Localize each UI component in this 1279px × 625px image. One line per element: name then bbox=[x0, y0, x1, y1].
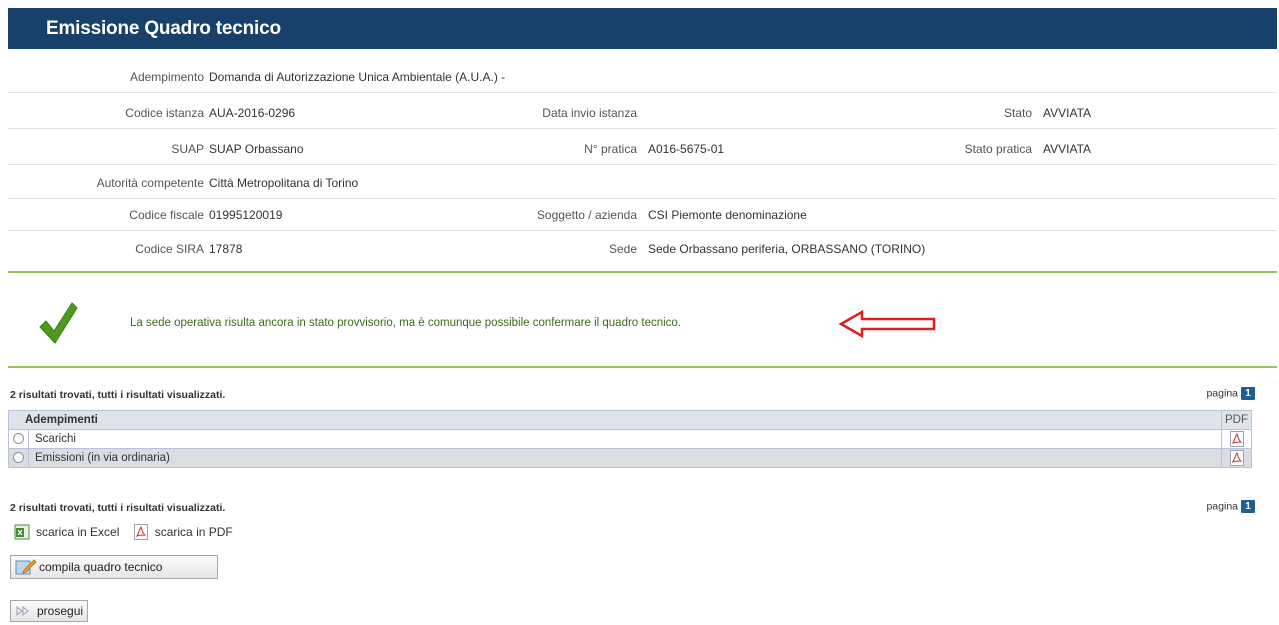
column-header-pdf: PDF bbox=[1221, 410, 1252, 430]
pdf-icon[interactable] bbox=[1229, 431, 1244, 447]
prosegui-button-label: prosegui bbox=[37, 604, 84, 618]
download-pdf-link[interactable]: scarica in PDF bbox=[133, 524, 233, 540]
download-links: scarica in Excel scarica in PDF bbox=[14, 524, 243, 543]
download-excel-link[interactable]: scarica in Excel bbox=[14, 524, 119, 540]
soggetto-label: Soggetto / azienda bbox=[536, 208, 637, 222]
row-radio[interactable] bbox=[13, 452, 24, 464]
codice-fiscale-value: 01995120019 bbox=[209, 208, 283, 222]
info-message-box: La sede operativa risulta ancora in stat… bbox=[8, 271, 1277, 368]
stato-pratica-label: Stato pratica bbox=[964, 142, 1032, 156]
table-row: Emissioni (in via ordinaria) bbox=[8, 448, 1252, 468]
info-row-codice-fiscale: Codice fiscale 01995120019 Soggetto / az… bbox=[8, 199, 1277, 231]
codice-istanza-label: Codice istanza bbox=[125, 106, 204, 120]
prosegui-button[interactable]: prosegui bbox=[10, 600, 88, 622]
results-summary-top: 2 risultati trovati, tutti i risultati v… bbox=[10, 389, 226, 401]
adempimento-value: Domanda di Autorizzazione Unica Ambienta… bbox=[209, 70, 506, 84]
soggetto-value: CSI Piemonte denominazione bbox=[648, 208, 807, 222]
autorita-value: Città Metropolitana di Torino bbox=[209, 176, 359, 190]
codice-istanza-value: AUA-2016-0296 bbox=[209, 106, 296, 120]
n-pratica-label: N° pratica bbox=[584, 142, 637, 156]
autorita-label: Autorità competente bbox=[96, 176, 204, 190]
sede-label: Sede bbox=[608, 242, 637, 256]
compila-button-label: compila quadro tecnico bbox=[39, 560, 163, 574]
info-message-text: La sede operativa risulta ancora in stat… bbox=[130, 317, 682, 329]
results-summary-bottom: 2 risultati trovati, tutti i risultati v… bbox=[10, 502, 226, 514]
adempimento-label: Adempimento bbox=[129, 70, 204, 84]
pdf-icon[interactable] bbox=[1229, 450, 1244, 466]
n-pratica-value: A016-5675-01 bbox=[648, 142, 725, 156]
pagination-top: pagina 1 bbox=[1206, 387, 1255, 400]
info-row-codice-istanza: Codice istanza AUA-2016-0296 Data invio … bbox=[8, 97, 1277, 129]
adempimenti-table: Adempimenti PDF Scarichi Emissioni (in v… bbox=[8, 410, 1252, 468]
pdf-icon bbox=[133, 524, 148, 540]
table-header-row: Adempimenti PDF bbox=[8, 410, 1252, 430]
download-pdf-label: scarica in PDF bbox=[154, 525, 233, 539]
sede-value: Sede Orbassano periferia, ORBASSANO (TOR… bbox=[648, 242, 926, 256]
compila-quadro-tecnico-button[interactable]: compila quadro tecnico bbox=[10, 555, 218, 579]
codice-sira-value: 17878 bbox=[209, 242, 243, 256]
row-name: Emissioni (in via ordinaria) bbox=[28, 448, 1222, 468]
checkmark-icon bbox=[39, 302, 78, 344]
suap-value: SUAP Orbassano bbox=[209, 142, 304, 156]
download-excel-label: scarica in Excel bbox=[36, 525, 120, 539]
suap-label: SUAP bbox=[171, 142, 204, 156]
info-row-autorita: Autorità competente Città Metropolitana … bbox=[8, 167, 1277, 199]
excel-icon bbox=[14, 524, 30, 540]
pagina-label: pagina bbox=[1206, 387, 1238, 400]
pagina-label: pagina bbox=[1206, 500, 1238, 513]
stato-value: AVVIATA bbox=[1043, 106, 1092, 120]
page-header: Emissione Quadro tecnico bbox=[8, 8, 1277, 49]
forward-icon bbox=[16, 605, 29, 617]
codice-sira-label: Codice SIRA bbox=[135, 242, 204, 256]
info-row-suap: SUAP SUAP Orbassano N° pratica A016-5675… bbox=[8, 133, 1277, 165]
info-row-adempimento: Adempimento Domanda di Autorizzazione Un… bbox=[8, 61, 1277, 93]
row-radio[interactable] bbox=[13, 433, 24, 445]
stato-label: Stato bbox=[1003, 106, 1032, 120]
column-header-adempimenti[interactable]: Adempimenti bbox=[8, 410, 1222, 430]
page-title: Emissione Quadro tecnico bbox=[46, 18, 281, 39]
pagination-bottom: pagina 1 bbox=[1206, 500, 1255, 513]
edit-icon bbox=[15, 559, 37, 575]
stato-pratica-value: AVVIATA bbox=[1043, 142, 1092, 156]
page-number-button[interactable]: 1 bbox=[1241, 387, 1255, 400]
data-invio-label: Data invio istanza bbox=[542, 106, 637, 120]
page-number-button[interactable]: 1 bbox=[1241, 500, 1255, 513]
codice-fiscale-label: Codice fiscale bbox=[129, 208, 204, 222]
left-arrow-icon bbox=[838, 309, 936, 339]
info-row-sira: Codice SIRA 17878 Sede Sede Orbassano pe… bbox=[8, 233, 1277, 265]
row-name: Scarichi bbox=[28, 429, 1222, 449]
table-row: Scarichi bbox=[8, 429, 1252, 449]
